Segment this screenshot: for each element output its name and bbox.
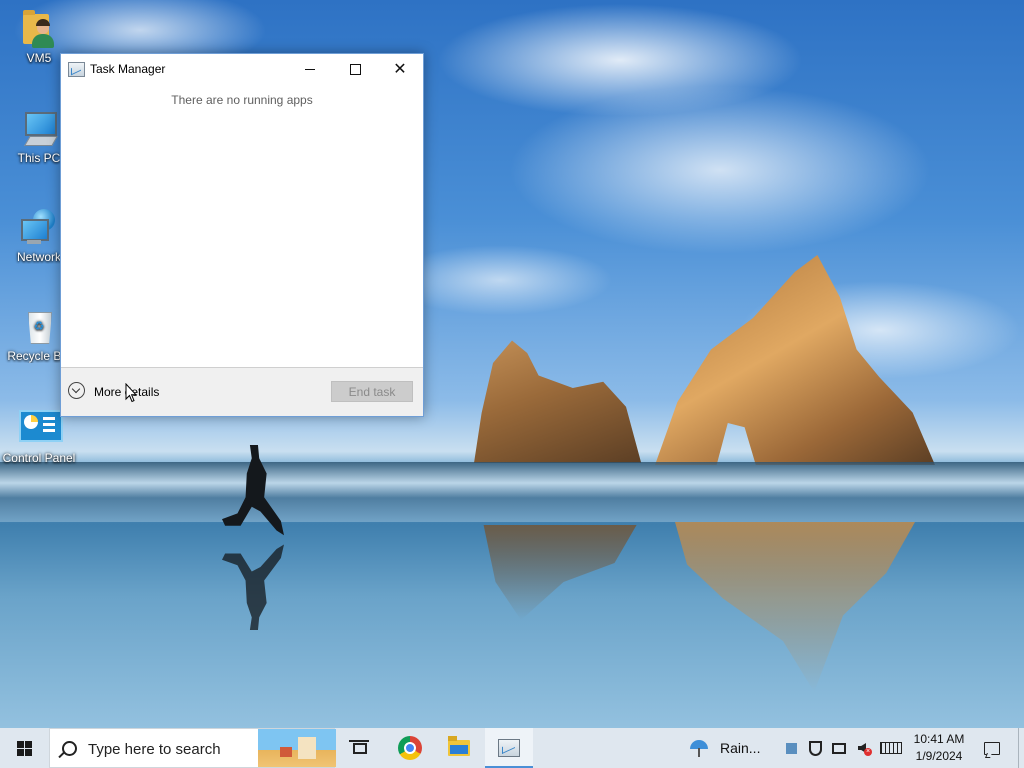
taskbar-chrome[interactable] [386, 728, 434, 768]
maximize-icon [349, 63, 361, 75]
security-shield-icon[interactable] [805, 728, 825, 768]
search-placeholder: Type here to search [88, 741, 221, 758]
recycle-bin-icon: ♻ [19, 306, 59, 346]
mouse-cursor-icon [125, 383, 137, 403]
user-folder-icon [19, 8, 59, 48]
tray-app-icon[interactable] [783, 728, 799, 768]
window-footer: More details End task [61, 368, 423, 416]
clock-date: 1/9/2024 [915, 749, 963, 763]
notification-center-button[interactable] [980, 728, 1004, 768]
rock-formation-left [474, 340, 642, 463]
system-clock[interactable]: 10:41 AM 1/9/2024 [906, 731, 972, 765]
search-highlight-image [258, 729, 336, 767]
close-icon: ✕ [393, 59, 407, 78]
taskbar-file-explorer[interactable] [435, 728, 483, 768]
control-panel-icon [19, 408, 63, 448]
weather-label: Rain... [720, 740, 761, 756]
title-bar[interactable]: Task Manager ✕ [61, 54, 423, 84]
runner-reflection [222, 544, 284, 630]
chrome-icon [398, 736, 422, 760]
search-icon [62, 741, 77, 756]
notification-icon [984, 741, 1000, 755]
task-manager-window: Task Manager ✕ There are no running apps… [60, 53, 424, 417]
task-manager-icon [68, 62, 85, 77]
end-task-button[interactable]: End task [331, 381, 413, 402]
umbrella-icon [690, 738, 710, 758]
windows-logo-icon [16, 740, 32, 756]
no-apps-message: There are no running apps [171, 93, 313, 107]
taskbar-task-manager[interactable] [485, 728, 533, 768]
computer-icon [19, 108, 59, 148]
network-status-icon[interactable] [829, 728, 849, 768]
start-button[interactable] [0, 728, 48, 768]
desktop-icon-label: Control Panel [2, 451, 76, 465]
minimize-button[interactable] [287, 54, 333, 84]
keyboard-icon[interactable] [878, 728, 904, 768]
rock-reflection-left [483, 525, 637, 620]
maximize-button[interactable] [332, 54, 378, 84]
window-title: Task Manager [90, 62, 166, 76]
minimize-icon [305, 68, 315, 70]
volume-muted-icon[interactable]: × [852, 728, 872, 768]
show-desktop-button[interactable] [1018, 728, 1024, 768]
file-explorer-icon [448, 736, 470, 756]
rock-formation-right [655, 255, 935, 465]
weather-widget[interactable]: Rain... [690, 728, 770, 768]
network-icon [19, 207, 59, 247]
task-view-button[interactable] [336, 728, 384, 768]
task-manager-icon [498, 739, 520, 757]
search-box[interactable]: Type here to search [49, 728, 336, 768]
clock-time: 10:41 AM [913, 732, 965, 746]
chevron-down-icon[interactable] [68, 382, 85, 399]
rock-reflection-right [675, 522, 915, 692]
taskbar: Type here to search Rain... × 10:41 AM 1… [0, 728, 1024, 768]
task-view-icon [349, 739, 369, 754]
ocean-surf [0, 462, 1024, 522]
close-button[interactable]: ✕ [377, 54, 423, 84]
